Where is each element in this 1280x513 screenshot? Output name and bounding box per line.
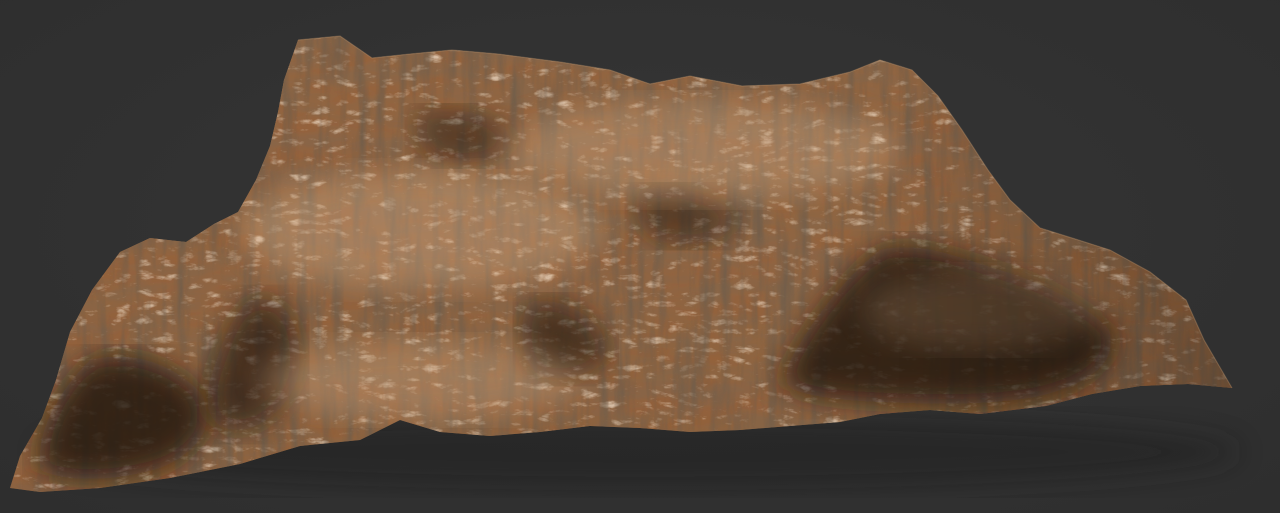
terrain-render bbox=[10, 35, 1240, 492]
3d-viewport[interactable] bbox=[0, 0, 1280, 513]
